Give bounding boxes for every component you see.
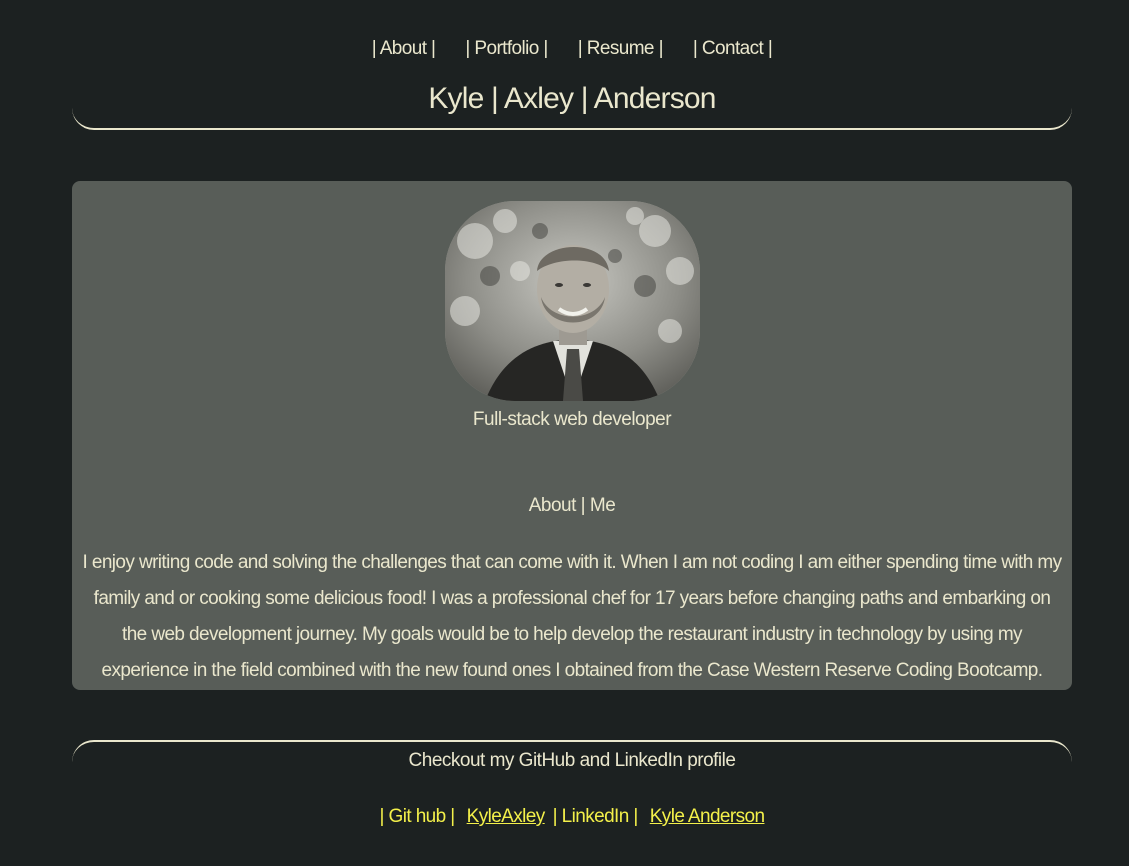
about-card: Full-stack web developer About | Me I en… [72,181,1072,690]
nav-portfolio-link[interactable]: | Portfolio | [465,38,548,60]
github-label: | Git hub | [379,806,456,827]
nav-contact-link[interactable]: | Contact | [693,38,773,60]
about-paragraph: I enjoy writing code and solving the cha… [82,552,1063,681]
footer-links: | Git hub | KyleAxley | LinkedIn | Kyle … [72,806,1072,828]
linkedin-profile-link[interactable]: Kyle Anderson [650,806,765,828]
profile-role: Full-stack web developer [472,409,672,430]
site-footer: Checkout my GitHub and LinkedIn profile … [72,740,1072,866]
linkedin-label: | LinkedIn | [552,806,639,827]
about-heading: About | Me [528,495,616,516]
main-nav: | About | | Portfolio | | Resume | | Con… [72,38,1072,60]
profile-photo-illustration [445,201,700,401]
github-profile-link[interactable]: KyleAxley [467,806,546,828]
page: | About | | Portfolio | | Resume | | Con… [0,0,1129,866]
site-title: Kyle | Axley | Anderson [428,82,716,115]
nav-resume-link[interactable]: | Resume | [578,38,664,60]
footer-heading: Checkout my GitHub and LinkedIn profile [408,750,736,771]
site-header: | About | | Portfolio | | Resume | | Con… [72,0,1072,130]
nav-about-link[interactable]: | About | [372,38,436,60]
profile-photo [445,201,700,401]
